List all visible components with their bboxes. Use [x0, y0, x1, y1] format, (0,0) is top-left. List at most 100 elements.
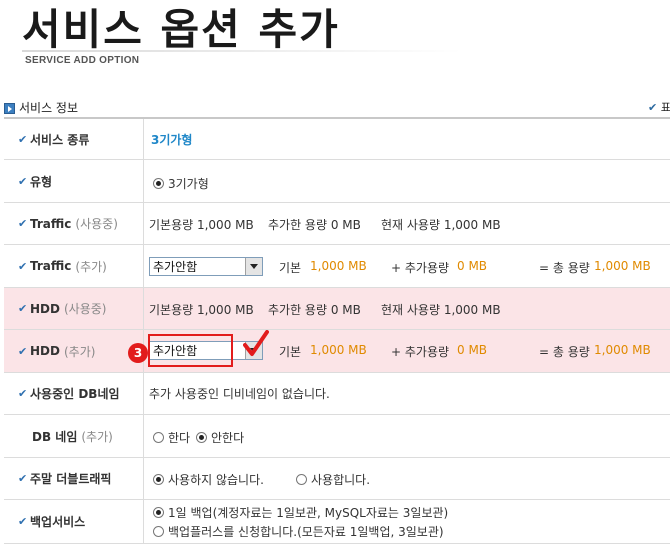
traffic-add-value: 0 MB — [457, 259, 488, 273]
row-label: ✔ 주말 더블트래픽 — [4, 458, 144, 499]
radio-unchecked-icon[interactable] — [153, 432, 164, 443]
row-value: 기본용량 1,000 MB 추가한 용량 0 MB 현재 사용량 1,000 M… — [144, 288, 670, 329]
check-icon: ✔ — [18, 302, 28, 315]
row-traffic-used: ✔ Traffic (사용중) 기본용량 1,000 MB 추가한 용량 0 MB… — [4, 203, 670, 245]
row-hdd-used: ✔ HDD (사용중) 기본용량 1,000 MB 추가한 용량 0 MB 현재 … — [4, 288, 670, 330]
hdd-total-value: 1,000 MB — [594, 343, 651, 357]
traffic-base: 기본용량 1,000 MB — [149, 218, 254, 232]
radio-checked-icon[interactable] — [153, 178, 164, 189]
check-icon: ✔ — [18, 387, 28, 400]
label-text: Traffic — [30, 259, 72, 273]
row-label: ✔ 서비스 종류 — [4, 119, 144, 159]
traffic-total-value: 1,000 MB — [594, 259, 651, 273]
radio-checked-icon[interactable] — [153, 474, 164, 485]
backup-radio-plus[interactable]: 백업플러스를 신청합니다.(모든자료 1일백업, 3일보관) — [153, 523, 444, 540]
label-text: 백업서비스 — [30, 515, 86, 529]
hdd-current: 현재 사용량 1,000 MB — [381, 303, 501, 317]
hdd-base: 기본용량 1,000 MB — [149, 303, 254, 317]
radio-label: 안한다 — [211, 431, 245, 445]
backup-radio-daily[interactable]: 1일 백업(계정자료는 1일보관, MySQL자료는 3일보관) — [153, 504, 448, 521]
type-radio-option[interactable]: 3기가형 — [153, 175, 209, 192]
radio-checked-icon[interactable] — [153, 507, 164, 518]
row-label: ✔ Traffic (추가) — [4, 245, 144, 287]
radio-unchecked-icon[interactable] — [296, 474, 307, 485]
label-text: 유형 — [30, 174, 53, 189]
hdd-add-label: + 추가용량 — [391, 345, 450, 359]
radio-label: 백업플러스를 신청합니다.(모든자료 1일백업, 3일보관) — [168, 525, 444, 539]
chevron-down-icon[interactable] — [245, 258, 262, 275]
row-backup: ✔ 백업서비스 1일 백업(계정자료는 1일보관, MySQL자료는 3일보관)… — [4, 500, 670, 544]
step-badge: 3 — [128, 343, 148, 363]
traffic-added: 추가한 용량 0 MB — [268, 218, 361, 232]
row-traffic-add: ✔ Traffic (추가) 추가안함 기본 1,000 MB + 추가용량 0 … — [4, 245, 670, 288]
weekend-radio-no[interactable]: 사용하지 않습니다. — [153, 471, 264, 488]
label-text: 사용중인 DB네임 — [30, 387, 120, 401]
row-value: 기본용량 1,000 MB 추가한 용량 0 MB 현재 사용량 1,000 M… — [144, 203, 670, 244]
traffic-base-value: 1,000 MB — [310, 259, 367, 273]
traffic-current: 현재 사용량 1,000 MB — [381, 218, 501, 232]
row-value: 추가안함 기본 1,000 MB + 추가용량 0 MB = 총 용량 1,00… — [144, 245, 670, 287]
label-text: DB 네임 — [32, 429, 78, 444]
row-value: 3기가형 — [144, 119, 670, 159]
page-header: 서비스 옵션 추가 SERVICE ADD OPTION — [0, 0, 670, 92]
traffic-base-label: 기본 — [279, 261, 302, 275]
row-hdd-add: ✔ HDD (추가) 추가안함 기본 1,000 MB + 추가용량 0 MB =… — [4, 330, 670, 373]
section-right-link[interactable]: ✔ 표 — [648, 100, 670, 116]
label-text: Traffic — [30, 216, 72, 231]
label-suffix: (추가) — [81, 429, 113, 444]
row-value: 3기가형 — [144, 160, 670, 202]
title-underline — [22, 50, 462, 52]
row-service-type: ✔ 서비스 종류 3기가형 — [4, 119, 670, 160]
row-label: ✔ Traffic (사용중) — [4, 203, 144, 244]
traffic-total-label: = 총 용량 — [539, 261, 590, 275]
row-value: 1일 백업(계정자료는 1일보관, MySQL자료는 3일보관) 백업플러스를 … — [144, 500, 670, 543]
db-name-used-value: 추가 사용중인 디비네임이 없습니다. — [149, 387, 330, 401]
hdd-base-value: 1,000 MB — [310, 343, 367, 357]
check-icon: ✔ — [18, 174, 28, 188]
play-arrow-icon — [4, 103, 15, 114]
db-name-radio-no[interactable]: 안한다 — [196, 429, 244, 446]
row-label: ✔ 사용중인 DB네임 — [4, 373, 144, 414]
label-text: HDD — [30, 344, 60, 358]
check-icon: ✔ — [18, 132, 28, 146]
service-type-value: 3기가형 — [151, 132, 193, 147]
label-text: HDD — [30, 301, 60, 316]
radio-unchecked-icon[interactable] — [153, 526, 164, 537]
traffic-add-select[interactable]: 추가안함 — [149, 257, 263, 276]
radio-checked-icon[interactable] — [196, 432, 207, 443]
label-suffix: (사용중) — [63, 302, 107, 316]
section-right-text: 표 — [660, 101, 670, 114]
annotation-checkmark-icon — [243, 330, 269, 356]
row-label: ✔ 백업서비스 — [4, 500, 144, 543]
weekend-radio-yes[interactable]: 사용합니다. — [296, 471, 370, 488]
type-option-label: 3기가형 — [168, 177, 209, 191]
check-icon: ✔ — [18, 259, 28, 273]
row-type: ✔ 유형 3기가형 — [4, 160, 670, 203]
annotation-highlight-box — [148, 334, 233, 367]
label-suffix: (추가) — [63, 344, 96, 359]
row-label: ✔ HDD (사용중) — [4, 288, 144, 329]
hdd-base-label: 기본 — [279, 345, 302, 359]
radio-label: 한다 — [168, 431, 191, 445]
row-value: 사용하지 않습니다. 사용합니다. — [144, 458, 670, 499]
page-title: 서비스 옵션 추가 — [22, 5, 340, 54]
row-label: DB 네임 (추가) — [4, 415, 144, 457]
radio-label: 1일 백업(계정자료는 1일보관, MySQL자료는 3일보관) — [168, 506, 449, 520]
hdd-add-value: 0 MB — [457, 343, 488, 357]
label-suffix: (사용중) — [75, 217, 118, 231]
check-icon: ✔ — [18, 472, 28, 485]
check-icon: ✔ — [18, 344, 28, 358]
label-text: 주말 더블트래픽 — [30, 472, 112, 486]
service-info-table: ✔ 서비스 종류 3기가형 ✔ 유형 3기가형 ✔ Traffic (사용중) 기… — [4, 117, 670, 544]
check-marker-icon: ✔ — [648, 101, 658, 114]
db-name-radio-yes[interactable]: 한다 — [153, 429, 190, 446]
hdd-added: 추가한 용량 0 MB — [268, 303, 361, 317]
row-label: ✔ HDD (추가) — [4, 330, 144, 372]
hdd-total-label: = 총 용량 — [539, 345, 590, 359]
row-db-name-add: DB 네임 (추가) 한다 안한다 — [4, 415, 670, 458]
select-value: 추가안함 — [153, 260, 198, 274]
page-subtitle: SERVICE ADD OPTION — [25, 55, 140, 66]
label-suffix: (추가) — [75, 259, 107, 274]
radio-label: 사용하지 않습니다. — [168, 473, 264, 487]
label-text: 서비스 종류 — [30, 132, 90, 147]
